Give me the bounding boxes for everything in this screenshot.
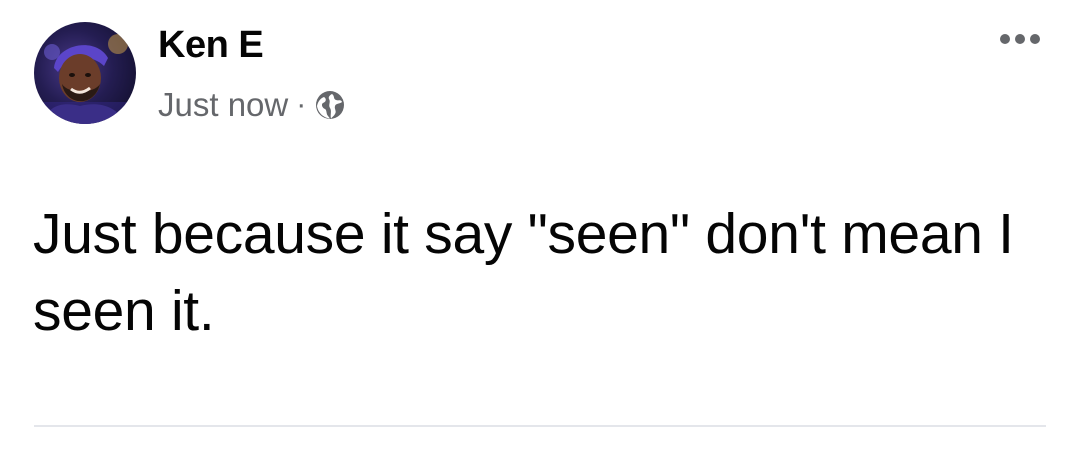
globe-icon[interactable]	[314, 89, 346, 121]
author-name[interactable]: Ken E	[158, 26, 264, 64]
meta-separator: ·	[296, 87, 307, 121]
avatar[interactable]	[34, 22, 136, 124]
facebook-post: Ken E Just now · Just because it say "se…	[0, 0, 1080, 451]
more-options-icon[interactable]	[1000, 34, 1040, 44]
post-text: Just because it say "seen" don't mean I …	[33, 202, 1014, 343]
timestamp[interactable]: Just now	[158, 88, 288, 121]
divider	[34, 425, 1046, 427]
post-meta: Just now ·	[158, 88, 346, 121]
